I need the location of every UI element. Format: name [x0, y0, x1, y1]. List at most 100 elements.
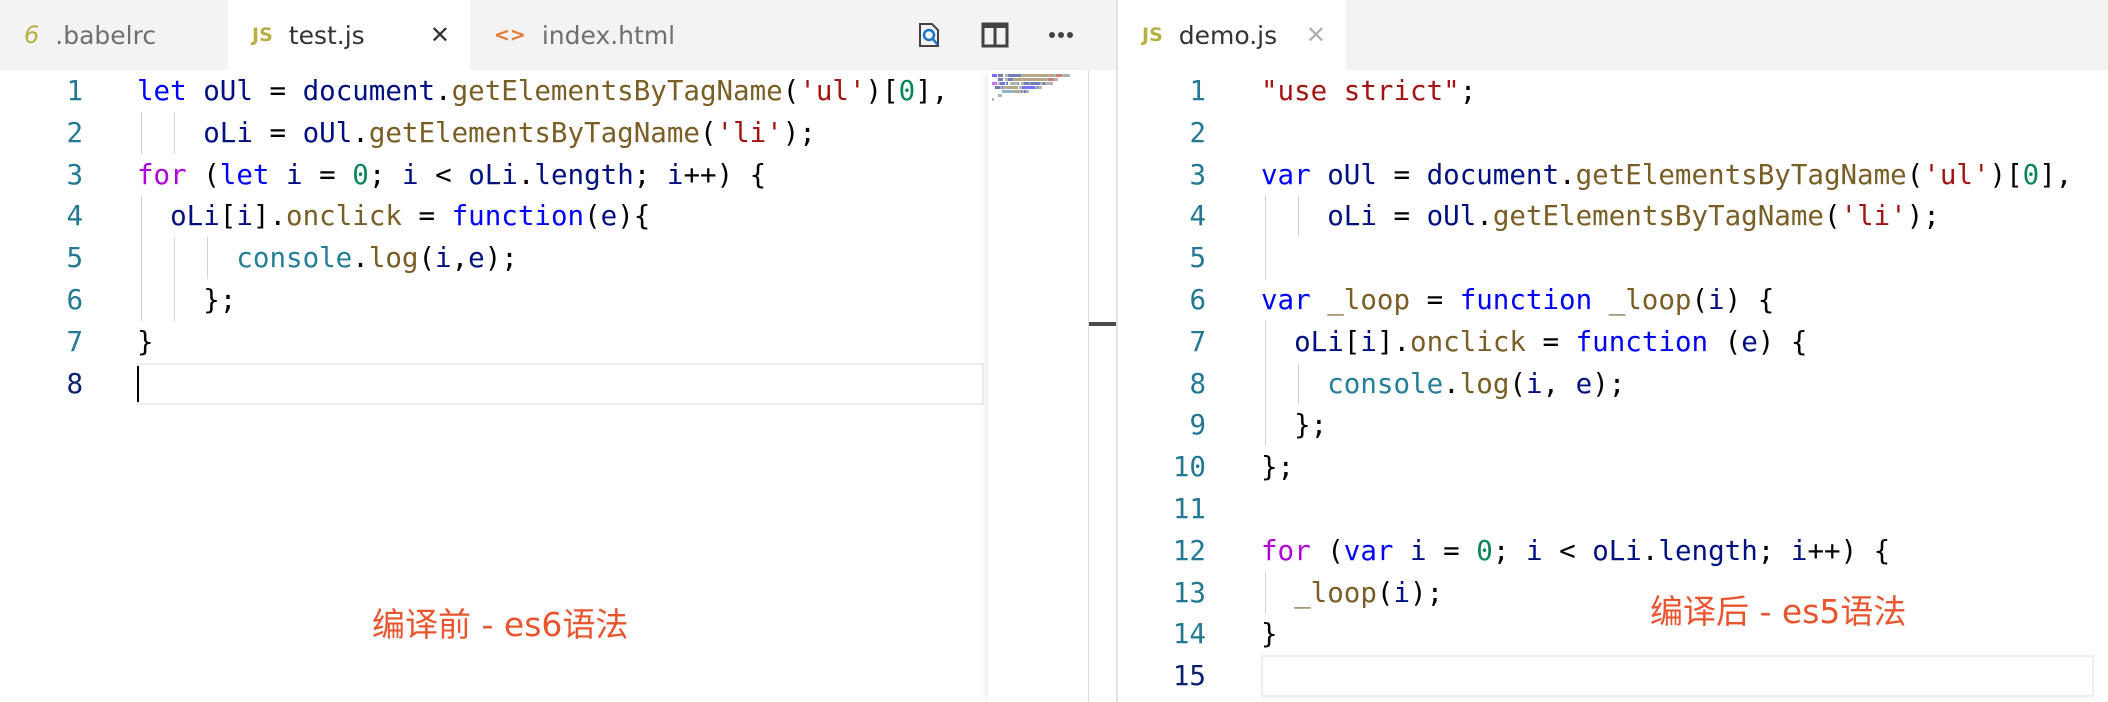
code-token: function [1459, 284, 1593, 316]
code-text: var _loop = function _loop(i) { [1261, 279, 1774, 321]
code-line[interactable]: 3 var oUl = document.getElementsByTagName… [1118, 154, 2098, 196]
code-token: ) { [1757, 325, 1808, 358]
code-token: . [352, 242, 369, 275]
code-line[interactable]: 5 [1118, 237, 2098, 280]
code-line[interactable]: 2 [1118, 112, 2098, 154]
code-line[interactable]: 8 [0, 362, 988, 405]
code-line[interactable]: 8 console.log(i, e); [1118, 362, 2098, 405]
code-token: oLi [1592, 534, 1642, 567]
code-text: _loop(i); [1261, 572, 1443, 614]
code-token: i [1360, 325, 1377, 358]
minimap-token [1014, 78, 1047, 81]
code-token: getElementsByTagName [1575, 158, 1907, 191]
minimap-token [1001, 90, 1013, 93]
tab-test-js[interactable]: JS test.js ✕ [228, 0, 470, 70]
code-line[interactable]: 1 "use strict"; [1118, 70, 2098, 112]
code-token: 0 [898, 75, 916, 107]
minimap-token [998, 78, 1004, 81]
code-token: for [1261, 534, 1311, 567]
code-line[interactable]: 15 [1118, 655, 2098, 698]
code-token: = [1426, 534, 1477, 567]
line-number: 14 [1172, 618, 1206, 651]
code-text: let oUl = document.getElementsByTagName(… [137, 70, 948, 112]
close-icon[interactable]: ✕ [430, 21, 450, 49]
code-token: oUl [302, 116, 353, 149]
code-line[interactable]: 12 for (var i = 0; i < oLi.length; i++) { [1118, 530, 2098, 572]
minimap[interactable] [988, 70, 1088, 702]
code-token: )[ [1989, 158, 2023, 191]
line-number: 10 [1172, 451, 1206, 484]
tab-babelrc[interactable]: 6 .babelrc [0, 0, 228, 70]
code-token: e [600, 200, 618, 233]
code-line[interactable]: 4 oLi = oUl.getElementsByTagName('li'); [1118, 195, 2098, 238]
tab-demo-js[interactable]: JS demo.js ✕ [1118, 0, 1346, 70]
code-token: . [435, 75, 452, 107]
line-number: 2 [1189, 116, 1206, 149]
code-token: ); [1592, 367, 1626, 400]
line-number: 12 [1172, 534, 1206, 567]
code-line[interactable]: 6 var _loop = function _loop(i) { [1118, 279, 2098, 321]
code-line[interactable]: 11 [1118, 488, 2098, 530]
minimap-token [1038, 86, 1042, 89]
code-token: console [1327, 367, 1444, 400]
code-line[interactable]: 6 }; [0, 279, 988, 321]
code-line[interactable]: 13 _loop(i); [1118, 571, 2098, 614]
code-token: oLi [170, 200, 220, 233]
minimap-token [1044, 82, 1053, 85]
code-line[interactable]: 9 }; [1118, 404, 2098, 447]
code-text: for (var i = 0; i < oLi.length; i++) { [1261, 530, 1890, 572]
code-line[interactable]: 7 oLi[i].onclick = function (e) { [1118, 320, 2098, 363]
code-token: ( [1708, 325, 1742, 358]
code-line[interactable]: 10}; [1118, 446, 2098, 488]
code-token: ; [368, 158, 402, 191]
split-editor-icon [981, 22, 1009, 48]
code-token: oLi [468, 158, 518, 191]
right-tab-bar: JS demo.js ✕ [1118, 0, 2108, 70]
right-code-editor[interactable]: 1 "use strict"; 2 3 var oUl = document.getEl… [1118, 70, 2108, 702]
code-text: oLi = oUl.getElementsByTagName('li'); [1261, 195, 1940, 237]
code-token: console [236, 242, 353, 275]
code-token: var [1343, 534, 1394, 567]
code-token: document [1426, 158, 1560, 191]
line-number: 15 [1172, 660, 1206, 693]
code-token: ( [1376, 576, 1394, 609]
code-line[interactable]: 1 let oUl = document.getElementsByTagName… [0, 70, 988, 112]
split-editor-button[interactable] [980, 20, 1010, 50]
tab-index-html[interactable]: <> index.html [470, 0, 720, 70]
code-token: ; [633, 158, 667, 191]
code-line[interactable]: 14} [1118, 613, 2098, 655]
code-line[interactable]: 7} [0, 321, 988, 363]
code-line[interactable]: 2 oLi = oUl.getElementsByTagName('li'); [0, 111, 988, 154]
minimap-token [1067, 74, 1071, 77]
code-line[interactable]: 4 oLi[i].onclick = function(e){ [0, 195, 988, 238]
code-line[interactable]: 5 console.log(i,e); [0, 237, 988, 280]
line-number: 13 [1172, 576, 1206, 609]
code-line[interactable]: 3 for (let i = 0; i < oLi.length; i++) { [0, 154, 988, 196]
minimap-token [1006, 82, 1008, 85]
more-actions-button[interactable] [1046, 20, 1076, 50]
code-token: 'ul' [1923, 158, 1990, 191]
code-token: i [1525, 367, 1543, 400]
close-icon[interactable]: ✕ [1306, 21, 1326, 49]
code-token: ++) { [1807, 534, 1891, 567]
minimap-token [1022, 86, 1036, 89]
current-line-highlight [1261, 655, 2094, 698]
code-token: } [1261, 618, 1278, 651]
vertical-scrollbar[interactable] [1088, 70, 1116, 702]
code-token: length [1658, 534, 1758, 567]
minimap-token [998, 94, 1002, 97]
code-token: getElementsByTagName [368, 116, 700, 149]
code-token: [ [1343, 325, 1361, 358]
preview-search-icon [919, 23, 939, 47]
code-token: e [1741, 325, 1758, 358]
open-preview-button[interactable] [914, 20, 944, 50]
code-token: var [1261, 284, 1311, 316]
code-token: getElementsByTagName [1492, 200, 1824, 233]
code-text: }; [1261, 404, 1327, 446]
editor-actions [914, 0, 1076, 70]
code-token: 0 [1476, 534, 1493, 567]
